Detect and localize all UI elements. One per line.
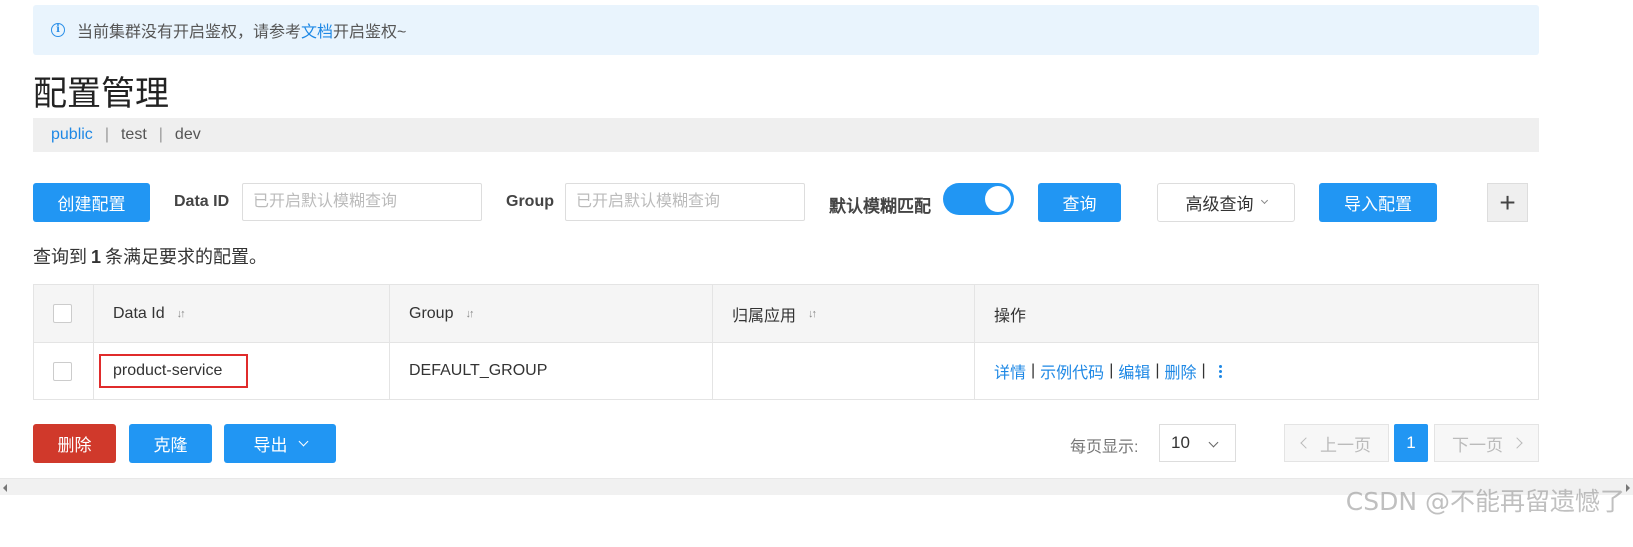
next-page-label: 下一页 — [1452, 435, 1503, 455]
group-value: DEFAULT_GROUP — [409, 362, 548, 379]
add-icon[interactable]: + — [1487, 183, 1528, 222]
namespace-separator: | — [104, 126, 109, 143]
fuzzy-match-toggle[interactable] — [943, 183, 1014, 215]
notice-text-after: 开启鉴权~ — [333, 24, 407, 41]
cell-group: DEFAULT_GROUP — [390, 343, 713, 399]
next-page-button[interactable]: 下一页 — [1434, 424, 1539, 462]
info-icon: i — [51, 23, 65, 37]
group-label: Group — [506, 193, 554, 210]
sample-code-link[interactable]: 示例代码 — [1040, 359, 1104, 383]
sort-icon[interactable]: ↓↑ — [808, 308, 817, 320]
notice-doc-link[interactable]: 文档 — [301, 18, 333, 42]
result-prefix: 查询到 — [33, 247, 87, 267]
chevron-right-icon — [1511, 437, 1523, 449]
row-checkbox-cell — [34, 343, 94, 399]
page-size-select[interactable]: 10 — [1159, 424, 1236, 462]
data-id-input[interactable] — [242, 183, 482, 221]
result-count: 1 — [91, 247, 102, 267]
scroll-left-icon[interactable] — [3, 484, 7, 492]
cell-data-id: product-service — [94, 343, 390, 399]
data-id-label: Data ID — [174, 193, 230, 210]
sort-icon[interactable]: ↓↑ — [177, 308, 186, 320]
select-all-checkbox[interactable] — [53, 304, 72, 323]
op-separator: | — [1031, 362, 1036, 379]
chevron-down-icon — [298, 436, 308, 447]
delete-link[interactable]: 删除 — [1165, 359, 1197, 383]
page-size-value: 10 — [1171, 433, 1190, 452]
chevron-down-icon — [1260, 196, 1268, 205]
prev-page-label: 上一页 — [1320, 435, 1371, 455]
detail-link[interactable]: 详情 — [994, 359, 1026, 383]
page-title: 配置管理 — [33, 75, 169, 113]
op-separator: | — [1109, 362, 1114, 379]
edit-link[interactable]: 编辑 — [1118, 359, 1150, 383]
fuzzy-match-label: 默认模糊匹配 — [829, 197, 931, 216]
toggle-knob — [985, 186, 1011, 212]
config-table: Data Id ↓↑ Group ↓↑ 归属应用 ↓↑ 操作 product-s… — [33, 284, 1539, 400]
chevron-down-icon — [1208, 437, 1219, 448]
export-button[interactable]: 导出 — [224, 424, 336, 463]
header-group-label: Group — [409, 304, 454, 322]
batch-delete-button[interactable]: 删除 — [33, 424, 116, 463]
op-separator: | — [1201, 362, 1206, 379]
namespace-test[interactable]: test — [121, 126, 147, 144]
data-id-value: product-service — [99, 354, 249, 388]
query-button[interactable]: 查询 — [1038, 183, 1121, 222]
page-size-label: 每页显示: — [1070, 439, 1139, 456]
import-config-button[interactable]: 导入配置 — [1319, 183, 1437, 222]
header-data-id-label: Data Id — [113, 304, 165, 322]
group-input[interactable] — [565, 183, 805, 221]
row-checkbox[interactable] — [53, 361, 72, 381]
header-data-id[interactable]: Data Id ↓↑ — [94, 285, 390, 342]
export-label: 导出 — [253, 436, 288, 455]
prev-page-button[interactable]: 上一页 — [1284, 424, 1389, 462]
result-suffix: 条满足要求的配置。 — [105, 247, 268, 267]
table-header-row: Data Id ↓↑ Group ↓↑ 归属应用 ↓↑ 操作 — [34, 285, 1538, 343]
auth-notice-banner: i 当前集群没有开启鉴权，请参考 文档 开启鉴权~ — [33, 5, 1539, 55]
table-row: product-service DEFAULT_GROUP 详情 | 示例代码 … — [34, 343, 1538, 399]
clone-button[interactable]: 克隆 — [129, 424, 212, 463]
more-vertical-icon[interactable] — [1218, 364, 1222, 378]
advanced-query-button[interactable]: 高级查询 — [1157, 183, 1295, 222]
cell-app — [713, 343, 975, 399]
chevron-left-icon — [1300, 437, 1312, 449]
current-page-button[interactable]: 1 — [1394, 424, 1428, 462]
op-separator: | — [1155, 362, 1160, 379]
header-ops-label: 操作 — [994, 307, 1027, 325]
header-app[interactable]: 归属应用 ↓↑ — [713, 285, 975, 342]
watermark: CSDN @不能再留遗憾了 — [1345, 487, 1625, 516]
header-ops: 操作 — [975, 285, 1538, 342]
result-summary: 查询到 1 条满足要求的配置。 — [33, 243, 267, 269]
namespace-separator: | — [158, 126, 163, 143]
namespace-public[interactable]: public — [51, 126, 93, 144]
header-group[interactable]: Group ↓↑ — [390, 285, 713, 342]
advanced-query-label: 高级查询 — [1185, 195, 1254, 214]
header-app-label: 归属应用 — [732, 307, 797, 325]
header-checkbox-cell — [34, 285, 94, 342]
create-config-button[interactable]: 创建配置 — [33, 183, 150, 222]
sort-icon[interactable]: ↓↑ — [465, 308, 474, 320]
cell-ops: 详情 | 示例代码 | 编辑 | 删除 | — [975, 343, 1538, 399]
scroll-right-icon[interactable] — [1626, 484, 1630, 492]
namespace-dev[interactable]: dev — [175, 126, 201, 144]
notice-text-before: 当前集群没有开启鉴权，请参考 — [77, 24, 302, 41]
namespace-bar: public | test | dev — [33, 118, 1539, 152]
